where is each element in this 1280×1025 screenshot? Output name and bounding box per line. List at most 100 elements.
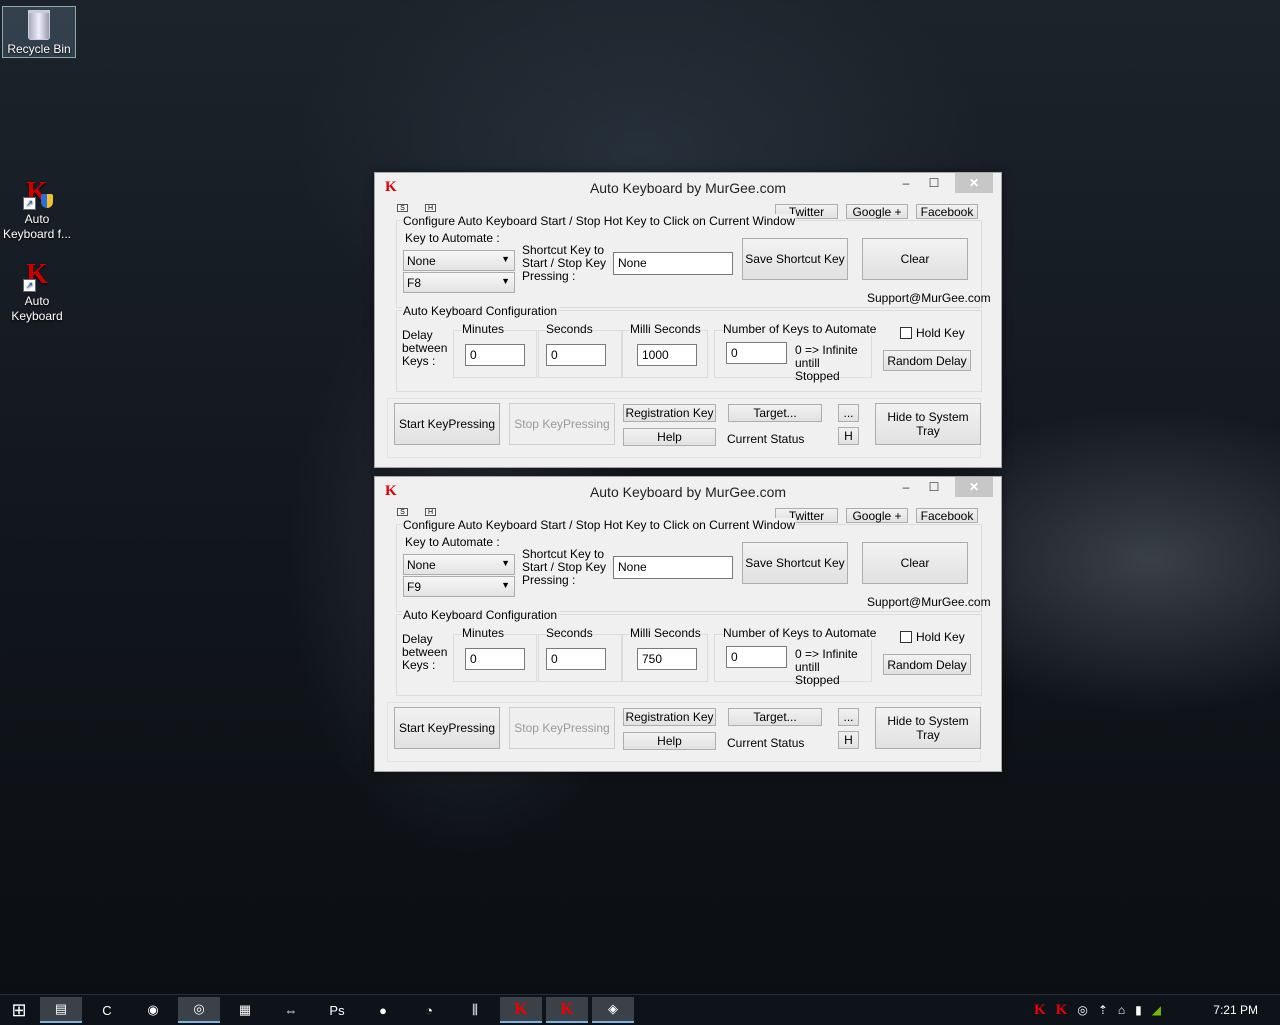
title-bar[interactable]: K Auto Keyboard by MurGee.com – ☐ ✕ [375,173,1001,203]
registration-key-button[interactable]: Registration Key [623,708,716,726]
save-shortcut-key-button[interactable]: Save Shortcut Key [742,542,848,584]
help-button[interactable]: Help [623,732,716,750]
chevron-down-icon: ▼ [501,558,510,568]
maximize-button[interactable]: ☐ [919,477,949,497]
h-small-button[interactable]: H [425,508,436,516]
chrome-icon[interactable]: ◉ [132,997,174,1023]
num-keys-label: Number of Keys to Automate [723,322,877,336]
start-windows-icon[interactable]: ⊞ [0,997,38,1023]
system-tray: K K ◎ ⇡ ⌂ ▮ ◢ [1034,995,1161,1025]
ms-input[interactable]: 750 [637,648,697,670]
auto-keyboard-icon[interactable]: K [546,997,588,1023]
taskbar-clock[interactable]: 7:21 PM [1213,1003,1258,1017]
minutes-label: Minutes [462,626,505,640]
h-button[interactable]: H [838,731,859,749]
delay-label: Delay between Keys : [402,632,448,672]
teamviewer-icon[interactable]: ⇔ [270,997,312,1023]
steam-icon[interactable]: ◎ [178,997,220,1023]
tray-up-arrow-icon[interactable]: ⇡ [1098,1003,1108,1017]
battlenet-icon[interactable]: ▦ [224,997,266,1023]
auto-keyboard-window-2: K Auto Keyboard by MurGee.com – ☐ ✕ S H … [374,476,1002,772]
hide-to-system-tray-button[interactable]: Hide to System Tray [875,707,981,749]
key-select-2[interactable]: F9 ▼ [403,576,515,597]
shortcut-input[interactable]: None [613,556,733,579]
close-button[interactable]: ✕ [955,477,993,497]
random-delay-button[interactable]: Random Delay [883,350,971,371]
maximize-button[interactable]: ☐ [919,173,949,193]
num-keys-label: Number of Keys to Automate [723,626,877,640]
file-explorer-icon[interactable]: ▤ [40,997,82,1023]
minimize-button[interactable]: – [891,173,921,193]
seconds-input[interactable]: 0 [546,344,606,366]
s-small-button[interactable]: S [397,204,408,212]
google-plus-button[interactable]: Google + [846,508,908,523]
ccleaner-icon[interactable]: C [86,997,128,1023]
facebook-button[interactable]: Facebook [916,508,978,523]
registration-key-button[interactable]: Registration Key [623,404,716,422]
chevron-down-icon: ▼ [501,580,510,590]
more-options-button[interactable]: ... [838,708,859,726]
title-bar[interactable]: K Auto Keyboard by MurGee.com – ☐ ✕ [375,477,1001,507]
support-email-link[interactable]: Support@MurGee.com [867,291,991,305]
save-shortcut-key-button[interactable]: Save Shortcut Key [742,238,848,280]
minutes-label: Minutes [462,322,505,336]
clock-app-icon[interactable]: ◔ [408,997,450,1023]
paint-icon[interactable]: ◈ [592,997,634,1023]
hold-key-checkbox[interactable] [900,327,912,339]
start-keypressing-button[interactable]: Start KeyPressing [394,403,500,445]
stop-keypressing-button[interactable]: Stop KeyPressing [509,403,615,445]
tray-auto-keyboard-icon[interactable]: K [1056,1002,1068,1019]
hide-to-system-tray-button[interactable]: Hide to System Tray [875,403,981,445]
desktop-icon-auto-keyboard[interactable]: K ↗ Auto Keyboard [1,258,73,324]
chevron-down-icon: ▼ [501,254,510,264]
osu-icon[interactable]: ● [362,997,404,1023]
target-button[interactable]: Target... [728,404,822,422]
help-button[interactable]: Help [623,428,716,446]
start-keypressing-button[interactable]: Start KeyPressing [394,707,500,749]
num-keys-input[interactable]: 0 [726,342,787,364]
desktop-icon-recycle-bin[interactable]: Recycle Bin [2,6,76,58]
desktop-icon-auto-keyboard-f[interactable]: K ↗ Auto Keyboard f... [1,176,73,242]
minutes-input[interactable]: 0 [465,344,525,366]
key-select[interactable]: None ▼ [403,250,515,271]
mixer-icon[interactable]: ⫼ [454,997,496,1023]
hold-key-label: Hold Key [916,326,965,340]
current-status-label: Current Status [727,736,805,750]
num-keys-input[interactable]: 0 [726,646,787,668]
minutes-input[interactable]: 0 [465,648,525,670]
close-button[interactable]: ✕ [955,173,993,193]
minimize-button[interactable]: – [891,477,921,497]
key-select[interactable]: None ▼ [403,554,515,575]
more-options-button[interactable]: ... [838,404,859,422]
tray-steam-icon[interactable]: ◎ [1077,1003,1087,1017]
tray-auto-keyboard-icon[interactable]: K [1034,1002,1046,1019]
shortcut-arrow-icon: ↗ [23,279,36,292]
key-select-2[interactable]: F8 ▼ [403,272,515,293]
tray-battery-icon[interactable]: ▮ [1135,1003,1142,1017]
current-status-label: Current Status [727,432,805,446]
ms-input[interactable]: 1000 [637,344,697,366]
seconds-input[interactable]: 0 [546,648,606,670]
target-button[interactable]: Target... [728,708,822,726]
photoshop-icon[interactable]: Ps [316,997,358,1023]
facebook-button[interactable]: Facebook [916,204,978,219]
seconds-label: Seconds [546,322,593,336]
random-delay-button[interactable]: Random Delay [883,654,971,675]
support-email-link[interactable]: Support@MurGee.com [867,595,991,609]
stop-keypressing-button[interactable]: Stop KeyPressing [509,707,615,749]
tray-network-icon[interactable]: ⌂ [1118,1003,1125,1017]
s-small-button[interactable]: S [397,508,408,516]
infinite-note: 0 => Infinite untill Stopped [795,647,858,687]
shortcut-input[interactable]: None [613,252,733,275]
hotkey-caption: Configure Auto Keyboard Start / Stop Hot… [402,214,797,228]
key-to-automate-label: Key to Automate : [405,231,500,245]
auto-keyboard-icon[interactable]: K [500,997,542,1023]
hold-key-checkbox[interactable] [900,631,912,643]
tray-nvidia-icon[interactable]: ◢ [1152,1003,1161,1017]
h-button[interactable]: H [838,427,859,445]
clear-button[interactable]: Clear [862,542,968,584]
clear-button[interactable]: Clear [862,238,968,280]
h-small-button[interactable]: H [425,204,436,212]
google-plus-button[interactable]: Google + [846,204,908,219]
uac-shield-icon [41,194,53,208]
